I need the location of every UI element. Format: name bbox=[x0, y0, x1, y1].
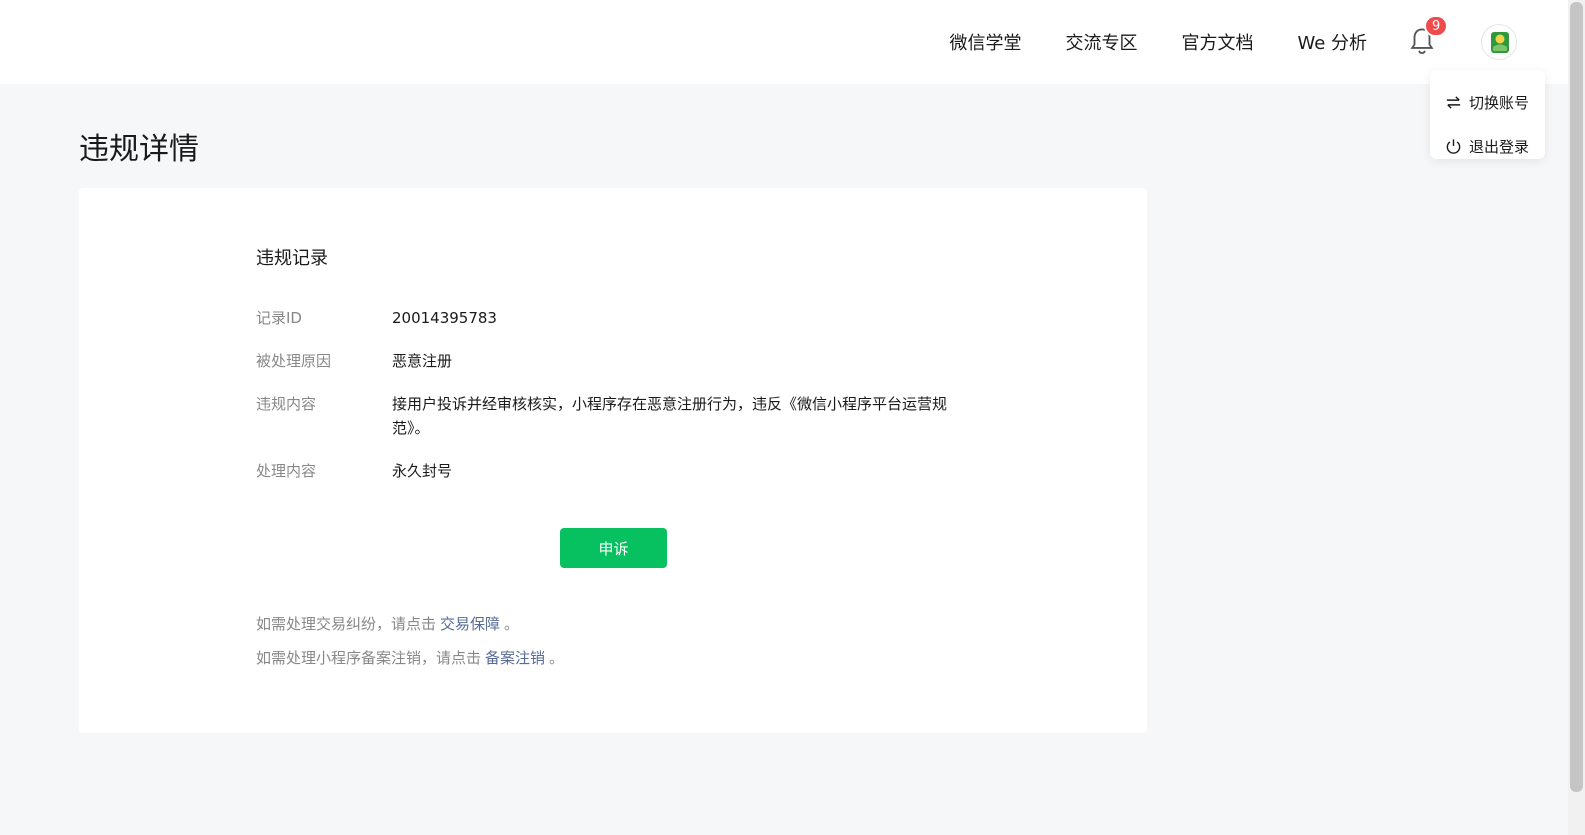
filing-note-text: 如需处理小程序备案注销，请点击 bbox=[256, 649, 482, 667]
nav-item-community[interactable]: 交流专区 bbox=[1065, 29, 1137, 55]
logout-label: 退出登录 bbox=[1469, 137, 1530, 156]
section-title: 违规记录 bbox=[256, 248, 328, 269]
logout-menu-item[interactable]: 退出登录 bbox=[1430, 124, 1545, 168]
violation-card: 违规记录 记录ID 20014395783 被处理原因 恶意注册 违规内容 接用… bbox=[79, 188, 1147, 733]
switch-account-label: 切换账号 bbox=[1469, 93, 1530, 112]
violation-content-label: 违规内容 bbox=[256, 395, 317, 413]
nav-item-we-analytics[interactable]: We 分析 bbox=[1297, 29, 1367, 55]
scrollbar-thumb[interactable] bbox=[1570, 2, 1583, 792]
appeal-button[interactable]: 申诉 bbox=[560, 528, 667, 568]
notification-badge: 9 bbox=[1424, 15, 1449, 37]
handling-value: 永久封号 bbox=[392, 462, 453, 480]
filing-cancel-note: 如需处理小程序备案注销，请点击 备案注销。 bbox=[256, 647, 564, 668]
handling-row: 处理内容 永久封号 bbox=[256, 459, 982, 483]
account-dropdown: 切换账号 退出登录 bbox=[1430, 70, 1545, 159]
reason-value: 恶意注册 bbox=[392, 352, 453, 370]
nav-item-official-docs[interactable]: 官方文档 bbox=[1181, 29, 1253, 55]
trade-dispute-note: 如需处理交易纠纷，请点击 交易保障。 bbox=[256, 613, 519, 634]
power-icon bbox=[1446, 138, 1461, 154]
handling-label: 处理内容 bbox=[256, 462, 317, 480]
scrollbar[interactable] bbox=[1568, 0, 1585, 835]
page-title: 违规详情 bbox=[79, 132, 199, 167]
trade-note-text: 如需处理交易纠纷，请点击 bbox=[256, 615, 437, 633]
top-bar: 微信学堂 交流专区 官方文档 We 分析 9 bbox=[0, 0, 1585, 84]
record-id-value: 20014395783 bbox=[392, 309, 497, 327]
trade-note-suffix: 。 bbox=[504, 615, 520, 633]
record-id-row: 记录ID 20014395783 bbox=[256, 306, 982, 330]
nav-item-wechat-academy[interactable]: 微信学堂 bbox=[949, 29, 1021, 55]
record-id-label: 记录ID bbox=[256, 309, 302, 327]
violation-content-value: 接用户投诉并经审核核实，小程序存在恶意注册行为，违反《微信小程序平台运营规范》。 bbox=[392, 395, 948, 437]
reason-row: 被处理原因 恶意注册 bbox=[256, 349, 982, 373]
trade-guarantee-link[interactable]: 交易保障 bbox=[440, 615, 500, 633]
switch-arrows-icon bbox=[1446, 95, 1461, 109]
filing-cancel-link[interactable]: 备案注销 bbox=[485, 649, 545, 667]
top-nav: 微信学堂 交流专区 官方文档 We 分析 bbox=[949, 0, 1367, 84]
reason-label: 被处理原因 bbox=[256, 352, 332, 370]
filing-note-suffix: 。 bbox=[549, 649, 565, 667]
violation-content-row: 违规内容 接用户投诉并经审核核实，小程序存在恶意注册行为，违反《微信小程序平台运… bbox=[256, 392, 982, 440]
avatar[interactable] bbox=[1481, 24, 1517, 60]
switch-account-menu-item[interactable]: 切换账号 bbox=[1430, 80, 1545, 124]
